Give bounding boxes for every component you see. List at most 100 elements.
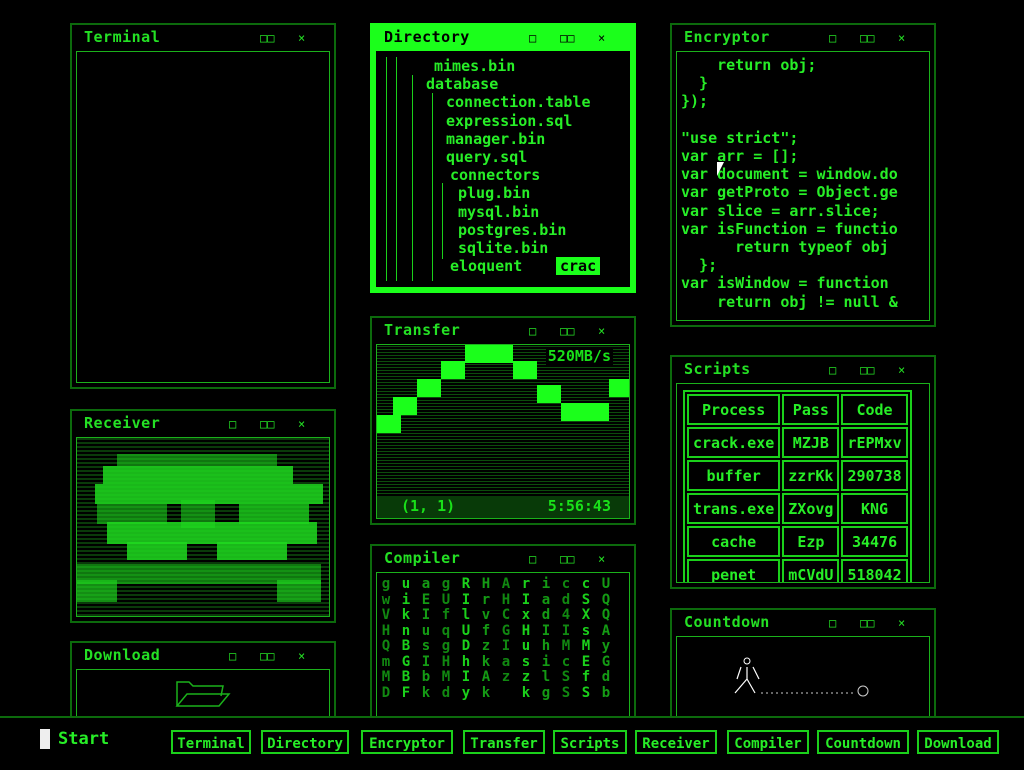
transfer-footer: (1, 1) 5:56:43 (377, 496, 629, 518)
tree-item[interactable]: connection.table (446, 93, 591, 111)
close-button[interactable]: × (598, 324, 605, 338)
window-title: Receiver (84, 414, 161, 432)
directory-body[interactable]: mimes.bin database connection.table express… (376, 51, 630, 287)
tree-item[interactable]: database (426, 75, 498, 93)
minimize-button[interactable]: □ (829, 31, 836, 45)
encryptor-titlebar[interactable]: Encryptor □ □□ × (672, 25, 934, 49)
tree-item[interactable]: manager.bin (446, 130, 545, 148)
taskbar-button-countdown[interactable]: Countdown (817, 730, 909, 754)
maximize-button[interactable]: □□ (560, 552, 574, 566)
transfer-window[interactable]: Transfer □ □□ × 520MB/s (1, 1) 5:56:43 (370, 316, 636, 525)
matrix-column: cSXsMEfS (581, 576, 591, 701)
tree-item[interactable]: postgres.bin (458, 221, 566, 239)
compiler-titlebar[interactable]: Compiler □ □□ × (372, 546, 634, 570)
table-row[interactable]: crack.exe MZJB rEPMxv (687, 427, 908, 458)
close-button[interactable]: × (898, 31, 905, 45)
tree-item[interactable]: plug.bin (458, 184, 530, 202)
table-cell: crack.exe (687, 427, 781, 458)
maximize-button[interactable]: □□ (560, 31, 574, 45)
taskbar-button-receiver[interactable]: Receiver (635, 730, 717, 754)
close-button[interactable]: × (598, 31, 605, 45)
minimize-button[interactable]: □ (229, 649, 236, 663)
download-titlebar[interactable]: Download □ □□ × (72, 643, 334, 667)
taskbar-button-download[interactable]: Download (917, 730, 999, 754)
table-cell: trans.exe (687, 493, 781, 524)
tree-item[interactable]: sqlite.bin (458, 239, 548, 257)
bomb-fuse-icon (734, 657, 869, 697)
maximize-button[interactable]: □□ (560, 324, 574, 338)
column-header[interactable]: Process (687, 394, 781, 425)
table-row[interactable]: buffer zzrKk 290738 (687, 460, 908, 491)
transfer-graph: 520MB/s (1, 1) 5:56:43 (377, 345, 629, 518)
scripts-window[interactable]: Scripts □ □□ × Process Pass Code crack.exe… (670, 355, 936, 589)
tree-item[interactable]: mysql.bin (458, 203, 539, 221)
code-line: } (681, 74, 709, 93)
transfer-bar (441, 361, 465, 379)
column-header[interactable]: Pass (782, 394, 840, 425)
minimize-button[interactable]: □ (529, 552, 536, 566)
taskbar-button-terminal[interactable]: Terminal (171, 730, 251, 754)
taskbar: Start Terminal Directory Encryptor Transfer… (0, 716, 1024, 770)
taskbar-button-directory[interactable]: Directory (261, 730, 349, 754)
close-button[interactable]: × (298, 31, 305, 45)
matrix-column: iadIhilg (541, 576, 551, 701)
receiver-titlebar[interactable]: Receiver □ □□ × (72, 411, 334, 435)
receiver-window[interactable]: Receiver □ □□ × (70, 409, 336, 623)
table-row[interactable]: penet mCVdU 518042 (687, 559, 908, 582)
tree-item[interactable]: mimes.bin (434, 57, 515, 75)
image-block (277, 580, 321, 602)
maximize-button[interactable]: □□ (260, 649, 274, 663)
maximize-button[interactable]: □□ (860, 616, 874, 630)
terminal-body[interactable] (76, 51, 330, 383)
maximize-button[interactable]: □□ (860, 31, 874, 45)
matrix-column: AHCGIaz (501, 576, 511, 685)
close-button[interactable]: × (598, 552, 605, 566)
tree-item[interactable]: connectors (450, 166, 540, 184)
close-button[interactable]: × (298, 417, 305, 431)
start-button[interactable]: Start (40, 729, 109, 749)
minimize-button[interactable]: □ (529, 31, 536, 45)
tree-selected-item[interactable]: crac (556, 257, 601, 275)
scripts-titlebar[interactable]: Scripts □ □□ × (672, 357, 934, 381)
countdown-titlebar[interactable]: Countdown □ □□ × (672, 610, 934, 634)
transfer-titlebar[interactable]: Transfer □ □□ × (372, 318, 634, 342)
minimize-button[interactable]: □ (229, 417, 236, 431)
close-button[interactable]: × (898, 616, 905, 630)
directory-titlebar[interactable]: Directory □ □□ × (372, 25, 634, 49)
table-cell: ZXovg (782, 493, 840, 524)
table-cell: MZJB (782, 427, 840, 458)
table-row[interactable]: cache Ezp 34476 (687, 526, 908, 557)
minimize-button[interactable]: □ (829, 616, 836, 630)
maximize-button[interactable]: □□ (860, 363, 874, 377)
maximize-button[interactable]: □□ (260, 417, 274, 431)
close-button[interactable]: × (298, 649, 305, 663)
code-line: var getProto = Object.ge (681, 183, 898, 202)
table-row[interactable]: trans.exe ZXovg KNG (687, 493, 908, 524)
minimize-button[interactable]: □ (529, 324, 536, 338)
tree-item[interactable]: expression.sql (446, 112, 572, 130)
tree-item[interactable]: query.sql (446, 148, 527, 166)
taskbar-button-encryptor[interactable]: Encryptor (361, 730, 453, 754)
process-table: Process Pass Code crack.exe MZJB rEPMxv buffe… (683, 390, 912, 582)
close-button[interactable]: × (898, 363, 905, 377)
transfer-time: 5:56:43 (547, 497, 611, 515)
taskbar-button-scripts[interactable]: Scripts (553, 730, 627, 754)
taskbar-button-compiler[interactable]: Compiler (727, 730, 809, 754)
encryptor-body[interactable]: return obj; }}); "use strict"; var arr = [… (676, 51, 930, 321)
minimize-button[interactable]: □ (829, 363, 836, 377)
directory-window[interactable]: Directory □ □□ × mimes.bin database connec… (370, 23, 636, 293)
image-block (239, 504, 309, 524)
column-header[interactable]: Code (841, 394, 908, 425)
maximize-button[interactable]: □□ (260, 31, 274, 45)
terminal-window[interactable]: Terminal □□ × (70, 23, 336, 389)
transfer-bar (585, 403, 609, 421)
matrix-column: cd4IMcSS (561, 576, 571, 701)
terminal-titlebar[interactable]: Terminal □□ × (72, 25, 334, 49)
table-cell: KNG (841, 493, 908, 524)
transfer-bar (609, 379, 629, 397)
image-block (117, 454, 277, 466)
scripts-body: Process Pass Code crack.exe MZJB rEPMxv buffe… (676, 383, 930, 583)
tree-item[interactable]: eloquent (450, 257, 522, 275)
taskbar-button-transfer[interactable]: Transfer (463, 730, 545, 754)
encryptor-window[interactable]: Encryptor □ □□ × return obj; }}); "use st… (670, 23, 936, 327)
